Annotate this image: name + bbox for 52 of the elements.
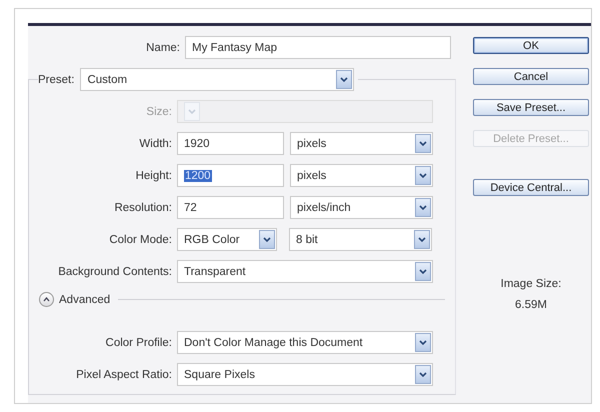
dropdown-button[interactable] [414, 230, 430, 249]
dropdown-field[interactable]: Transparent [177, 260, 433, 283]
section-label: Advanced [59, 294, 110, 306]
dropdown-button[interactable] [259, 230, 275, 249]
field-label: Pixel Aspect Ratio: [75, 368, 173, 380]
dropdown-field[interactable]: pixels/inch [290, 196, 433, 219]
dropdown-field[interactable]: 8 bit [289, 228, 432, 251]
field-label: Preset: [38, 74, 74, 86]
info-value: 6.59M [515, 299, 547, 311]
field-label: Background Contents: [57, 266, 173, 278]
field-label: Name: [145, 42, 181, 54]
dialog-button[interactable]: OK [473, 37, 589, 54]
dialog-button[interactable]: Save Preset... [473, 99, 589, 116]
dropdown-field[interactable]: pixels [290, 164, 433, 187]
input-field[interactable]: 1920 [177, 132, 284, 155]
dropdown-button[interactable] [415, 333, 431, 352]
field-label: Width: [138, 138, 173, 150]
input-field[interactable]: My Fantasy Map [185, 36, 451, 59]
field-label: Height: [134, 170, 173, 182]
chevron-down-icon [419, 340, 427, 346]
chevron-up-icon [43, 297, 50, 302]
field-label: Resolution: [113, 202, 173, 214]
dropdown-button[interactable] [415, 166, 431, 185]
chevron-down-icon [263, 236, 271, 242]
chevron-down-icon [419, 140, 427, 146]
dialog-button[interactable]: Cancel [473, 68, 589, 85]
dropdown-field[interactable]: Don't Color Manage this Document [177, 331, 433, 354]
dropdown-button[interactable] [415, 262, 431, 281]
collapse-button[interactable] [39, 292, 54, 307]
chevron-down-icon [340, 76, 348, 82]
dropdown-field[interactable]: RGB Color [177, 228, 277, 251]
selected-text: 1200 [184, 170, 212, 182]
chevron-down-icon [419, 268, 427, 274]
dropdown-button[interactable] [415, 134, 431, 153]
chevron-down-icon [419, 204, 427, 210]
info-label: Image Size: [500, 278, 562, 290]
field-label: Size: [145, 106, 173, 118]
chevron-down-icon [188, 108, 196, 114]
dropdown-button[interactable] [336, 70, 352, 89]
dialog-button[interactable]: Device Central... [473, 179, 589, 196]
dropdown-field[interactable]: Square Pixels [177, 363, 433, 386]
input-field[interactable]: 72 [177, 196, 284, 219]
field-label: Color Mode: [108, 234, 173, 246]
dropdown-field[interactable]: Custom [80, 68, 354, 91]
chevron-down-icon [419, 372, 427, 378]
dropdown-button[interactable] [415, 198, 431, 217]
chevron-down-icon [419, 172, 427, 178]
input-field[interactable]: 1200 [177, 164, 284, 187]
dropdown-field[interactable]: pixels [290, 132, 433, 155]
field-label: Color Profile: [104, 336, 173, 348]
dropdown-button[interactable] [415, 365, 431, 384]
chevron-down-icon [418, 236, 426, 242]
